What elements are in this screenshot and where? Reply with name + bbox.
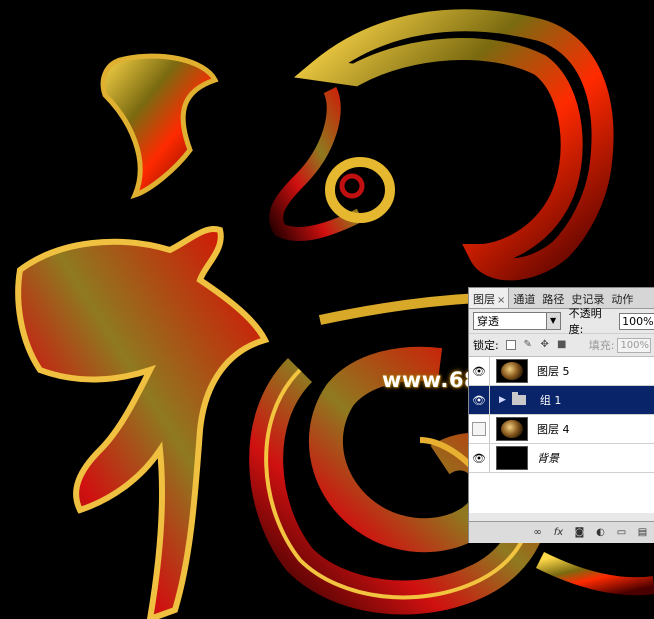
fill-input[interactable]: 100% (617, 337, 652, 353)
tab-layers-label: 图层 (473, 293, 495, 306)
blend-mode-value: 穿透 (477, 315, 499, 328)
lock-all-icon[interactable]: ■ (557, 340, 567, 350)
layer-thumbnail (496, 359, 528, 383)
layer-name: 图层 5 (537, 365, 570, 378)
stroke-left-radical (15, 226, 270, 619)
hidden-eye-icon (472, 422, 486, 436)
expand-triangle-icon[interactable]: ▶ (499, 395, 506, 405)
layer-row-layer5[interactable]: 👁 图层 5 (469, 357, 654, 386)
lock-fill-row: 锁定: ✎ ✥ ■ 填充: 100% (469, 334, 654, 357)
lock-brush-icon[interactable]: ✎ (523, 340, 533, 350)
fill-label: 填充: (588, 339, 615, 352)
layer-thumbnail (496, 446, 528, 470)
folder-icon (511, 392, 526, 405)
tab-channels[interactable]: 通道 (509, 288, 538, 308)
panel-tabs: 图层 × 通道 路径 史记录 动作 (469, 288, 654, 309)
opacity-label: 不透明度: (568, 307, 602, 336)
layer-name: 背景 (537, 452, 559, 465)
tab-layers[interactable]: 图层 × (469, 288, 510, 308)
blend-mode-select[interactable]: 穿透 ▼ (473, 312, 561, 330)
layer-row-layer4[interactable]: 图层 4 (469, 415, 654, 444)
layers-list: 👁 图层 5 👁 ▶ 组 1 图层 4 👁 背景 (469, 357, 654, 513)
eye-icon: 👁 (472, 451, 486, 465)
stroke-top-comma (100, 53, 219, 200)
mask-icon[interactable]: ◙ (573, 527, 586, 539)
layer-name: 图层 4 (537, 423, 570, 436)
tab-paths[interactable]: 路径 (538, 288, 567, 308)
eye-icon: 👁 (472, 364, 486, 378)
close-icon[interactable]: × (497, 295, 505, 306)
lock-label: 锁定: (473, 339, 499, 352)
opacity-input[interactable]: 100% (619, 312, 654, 330)
new-layer-icon[interactable]: ▤ (636, 527, 649, 539)
visibility-toggle[interactable] (469, 415, 490, 443)
stroke-bottom-right (535, 551, 654, 596)
panel-bottom-bar: ∞ fx ◙ ◐ ▭ ▤ (469, 521, 654, 543)
stroke-top-hook (293, 9, 614, 281)
layer-row-group1[interactable]: 👁 ▶ 组 1 (469, 386, 654, 415)
layer-row-background[interactable]: 👁 背景 (469, 444, 654, 473)
blend-opacity-row: 穿透 ▼ 不透明度: 100% (469, 307, 654, 336)
chevron-down-icon[interactable]: ▼ (545, 313, 560, 329)
lock-transparency-icon[interactable] (505, 340, 516, 350)
layer-name: 组 1 (539, 394, 562, 407)
stroke-middle-bar (318, 293, 481, 325)
adjustment-icon[interactable]: ◐ (594, 527, 607, 539)
visibility-toggle[interactable]: 👁 (469, 357, 490, 385)
layer-thumbnail (496, 417, 528, 441)
visibility-toggle[interactable]: 👁 (469, 444, 490, 472)
visibility-toggle[interactable]: 👁 (469, 386, 490, 414)
lock-move-icon[interactable]: ✥ (540, 340, 550, 350)
fx-icon[interactable]: fx (552, 527, 565, 539)
link-icon[interactable]: ∞ (531, 527, 544, 539)
folder-icon[interactable]: ▭ (615, 527, 628, 539)
layers-panel: 图层 × 通道 路径 史记录 动作 穿透 ▼ 不透明度: 100% 锁定: ✎ ✥… (468, 287, 654, 543)
eye-icon: 👁 (472, 393, 486, 407)
